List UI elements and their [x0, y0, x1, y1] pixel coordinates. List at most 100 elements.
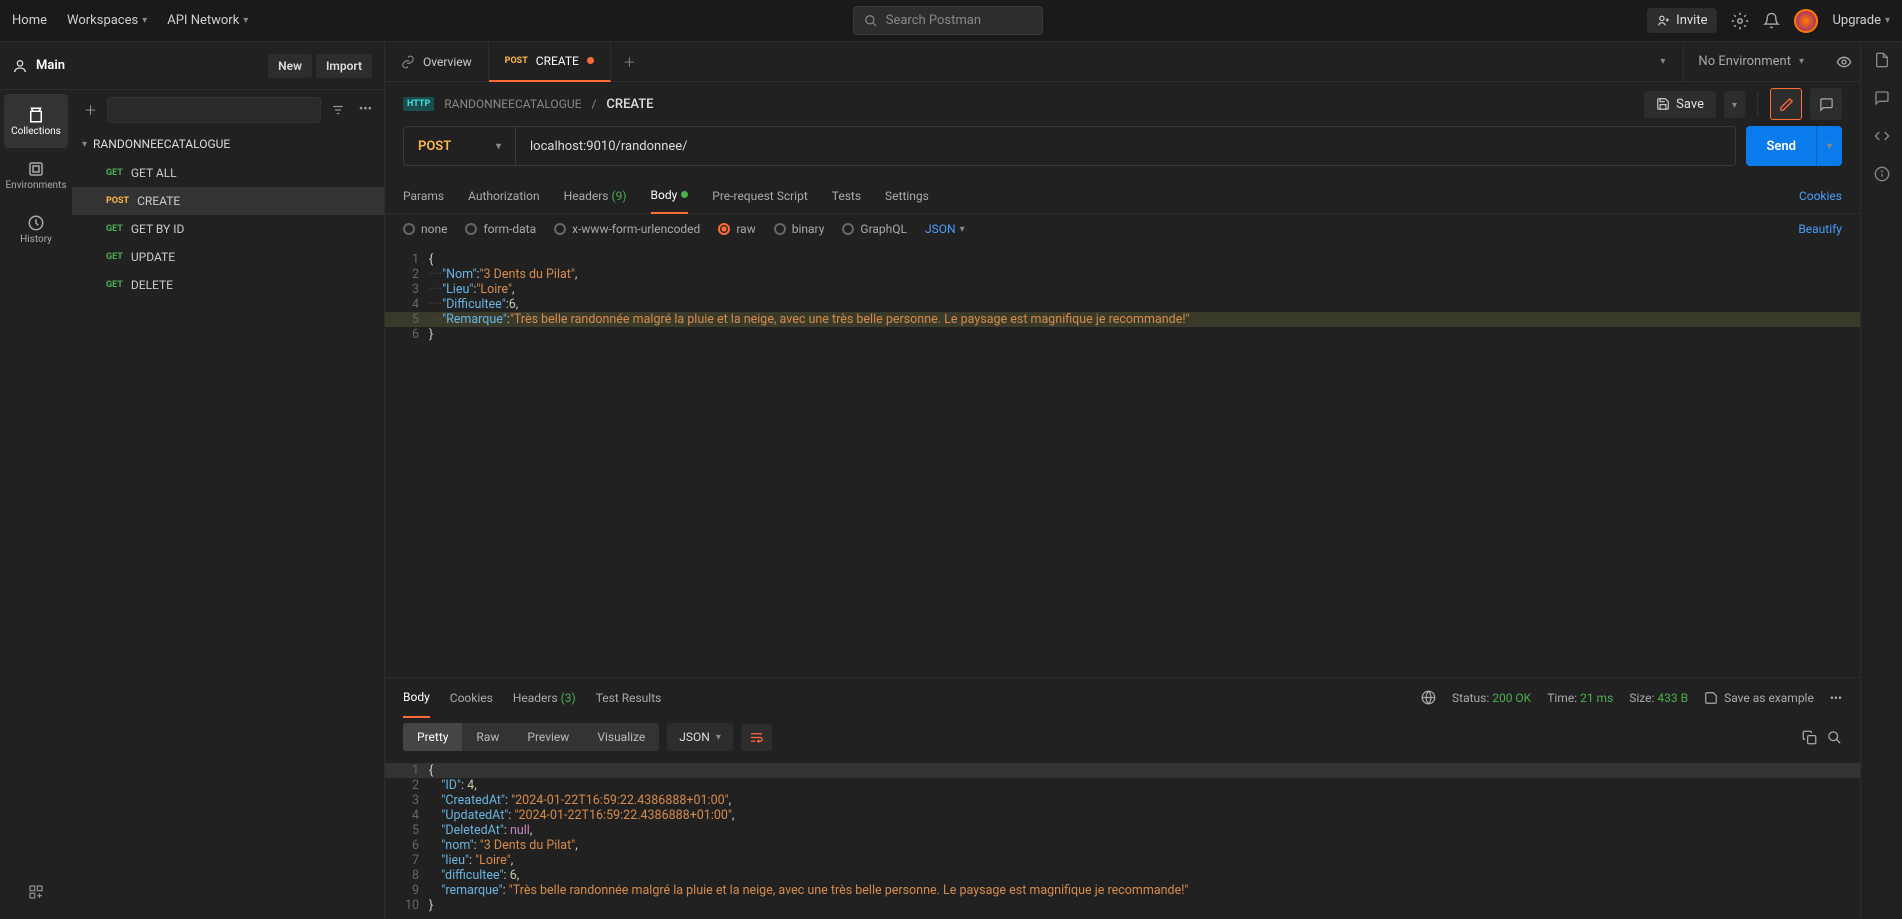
resp-tab-headers[interactable]: Headers (3) — [513, 678, 576, 718]
cookies-link[interactable]: Cookies — [1799, 189, 1842, 203]
save-example-button[interactable]: Save as example — [1704, 691, 1814, 705]
tab-body[interactable]: Body — [651, 178, 689, 214]
content: Overview POST CREATE ＋ ▾ No Environment▾… — [385, 42, 1860, 919]
tab-prereq[interactable]: Pre-request Script — [712, 178, 807, 214]
rail: Collections Environments History — [0, 90, 72, 919]
save-icon — [1704, 691, 1718, 705]
settings-icon[interactable] — [1731, 12, 1749, 30]
url-input[interactable]: localhost:9010/randonnee/ — [516, 127, 1735, 165]
breadcrumb-parent[interactable]: RANDONNEECATALOGUE — [444, 97, 581, 111]
rail-collections[interactable]: Collections — [4, 94, 68, 148]
nav-api-network[interactable]: API Network ▾ — [167, 13, 248, 28]
tab-request[interactable]: POST CREATE — [489, 42, 611, 82]
pencil-icon — [1779, 97, 1794, 112]
workspace-icon — [12, 58, 28, 74]
nav-home[interactable]: Home — [12, 13, 47, 28]
save-more-button[interactable]: ▾ — [1724, 91, 1745, 118]
edit-mode-button[interactable] — [1770, 88, 1802, 120]
fmt-preview[interactable]: Preview — [513, 723, 583, 751]
tree-item[interactable]: GETUPDATE — [72, 243, 384, 271]
radio-none[interactable]: none — [403, 222, 447, 236]
globe-icon[interactable] — [1421, 690, 1436, 705]
wrap-lines-button[interactable] — [741, 724, 772, 751]
wrap-icon — [749, 730, 764, 745]
history-icon — [27, 214, 45, 232]
radio-raw[interactable]: raw — [718, 222, 755, 236]
tabs-dropdown[interactable]: ▾ — [1660, 56, 1665, 67]
tree-item[interactable]: POSTCREATE — [72, 187, 384, 215]
size-label: Size: 433 B — [1629, 691, 1688, 705]
radio-graphql[interactable]: GraphQL — [842, 222, 907, 236]
tree-item[interactable]: GETGET BY ID — [72, 215, 384, 243]
nav-workspaces[interactable]: Workspaces ▾ — [67, 13, 147, 28]
request-body-editor[interactable]: 1{2····"Nom":"3 Dents du Pilat",3····"Li… — [385, 244, 1860, 677]
search-input[interactable]: Search Postman — [853, 6, 1043, 35]
rail-history[interactable]: History — [4, 202, 68, 256]
collections-icon — [27, 106, 45, 124]
notifications-icon[interactable] — [1763, 12, 1780, 29]
new-button[interactable]: New — [268, 54, 312, 78]
fmt-raw[interactable]: Raw — [462, 723, 513, 751]
fmt-visualize[interactable]: Visualize — [583, 723, 659, 751]
search-icon — [864, 14, 878, 28]
save-button[interactable]: Save — [1644, 91, 1716, 118]
resp-tab-cookies[interactable]: Cookies — [450, 678, 493, 718]
grid-add-icon — [28, 884, 44, 900]
search-response-button[interactable] — [1827, 730, 1842, 745]
tab-auth[interactable]: Authorization — [468, 178, 540, 214]
resp-tab-tests[interactable]: Test Results — [596, 678, 662, 718]
invite-button[interactable]: Invite — [1647, 8, 1717, 33]
rail-environments[interactable]: Environments — [4, 148, 68, 202]
right-rail — [1860, 42, 1902, 919]
rail-add[interactable] — [4, 865, 68, 919]
tabstrip: Overview POST CREATE ＋ ▾ No Environment▾ — [385, 42, 1860, 82]
tab-headers[interactable]: Headers (9) — [564, 178, 627, 214]
docs-icon[interactable] — [1874, 52, 1890, 68]
response-body-editor[interactable]: 1{2 "ID": 4,3 "CreatedAt": "2024-01-22T1… — [385, 757, 1860, 919]
tree-item[interactable]: GETGET ALL — [72, 159, 384, 187]
environment-selector[interactable]: No Environment▾ — [1683, 42, 1818, 82]
breadcrumb-current: CREATE — [606, 97, 653, 112]
tree-item[interactable]: GETDELETE — [72, 271, 384, 299]
info-icon[interactable] — [1874, 166, 1890, 182]
upgrade-button[interactable]: Upgrade ▾ — [1832, 13, 1890, 28]
collection-folder[interactable]: ▾RANDONNEECATALOGUE — [72, 129, 384, 159]
resp-tab-body[interactable]: Body — [403, 678, 430, 718]
tab-add-button[interactable]: ＋ — [611, 52, 648, 71]
copy-response-button[interactable] — [1802, 730, 1817, 745]
topbar: Home Workspaces ▾ API Network ▾ Search P… — [0, 0, 1902, 42]
comments-icon[interactable] — [1874, 90, 1890, 106]
import-button[interactable]: Import — [316, 54, 372, 78]
body-active-dot-icon — [681, 191, 688, 198]
tab-overview[interactable]: Overview — [385, 42, 489, 82]
comment-button[interactable] — [1810, 88, 1842, 120]
fmt-pretty[interactable]: Pretty — [403, 723, 462, 751]
radio-form-data[interactable]: form-data — [465, 222, 536, 236]
environments-icon — [27, 160, 45, 178]
radio-binary[interactable]: binary — [774, 222, 825, 236]
add-collection-button[interactable]: ＋ — [80, 96, 101, 123]
invite-icon — [1657, 14, 1670, 27]
tab-settings[interactable]: Settings — [885, 178, 929, 214]
copy-icon — [1802, 730, 1817, 745]
raw-type-selector[interactable]: JSON▾ — [925, 222, 965, 236]
code-icon[interactable] — [1874, 128, 1890, 144]
filter-icon[interactable] — [327, 99, 349, 121]
sidebar-search[interactable] — [107, 97, 321, 123]
status-label: Status: 200 OK — [1452, 691, 1531, 705]
avatar[interactable] — [1794, 9, 1818, 33]
method-selector[interactable]: POST▾ — [404, 127, 516, 165]
env-preview-icon[interactable] — [1836, 54, 1852, 70]
unsaved-dot-icon — [587, 57, 594, 64]
radio-urlencoded[interactable]: x-www-form-urlencoded — [554, 222, 700, 236]
beautify-link[interactable]: Beautify — [1798, 222, 1842, 236]
sidebar-more-icon[interactable]: ••• — [355, 98, 376, 121]
resp-type-selector[interactable]: JSON▾ — [667, 723, 733, 751]
tab-tests[interactable]: Tests — [832, 178, 861, 214]
comment-icon — [1819, 97, 1834, 112]
tab-params[interactable]: Params — [403, 178, 444, 214]
resp-more-icon[interactable]: ••• — [1830, 691, 1842, 705]
send-button[interactable]: Send ▾ — [1746, 126, 1842, 166]
send-more-button[interactable]: ▾ — [1816, 126, 1842, 166]
link-icon — [401, 55, 415, 69]
